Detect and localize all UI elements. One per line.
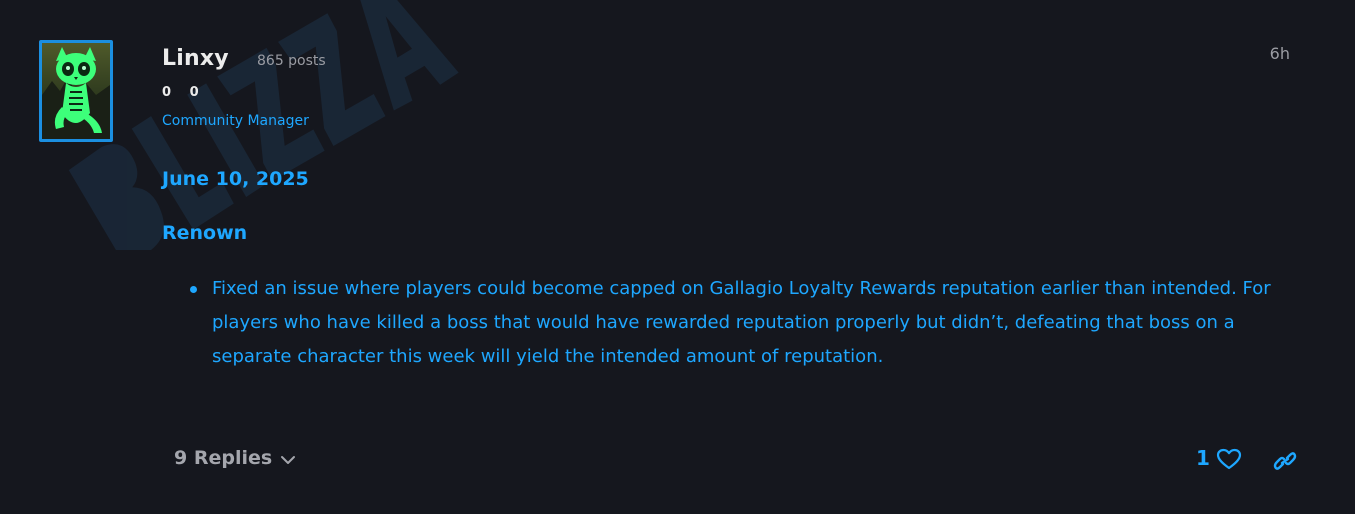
bullet-icon (190, 286, 197, 293)
like-count: 1 (1196, 446, 1210, 470)
avatar[interactable] (39, 40, 113, 142)
user-stats: 0 0 (162, 85, 213, 100)
post-date-heading: June 10, 2025 (162, 168, 309, 190)
avatar-image (42, 43, 110, 139)
user-stat-2: 0 (189, 85, 199, 100)
link-icon (1273, 452, 1297, 470)
post-timestamp[interactable]: 6h (1250, 44, 1290, 63)
replies-label: 9 Replies (174, 447, 273, 469)
like-button[interactable]: 1 (1196, 446, 1242, 470)
list-item: Fixed an issue where players could becom… (190, 272, 1297, 374)
forum-post: Linxy 865 posts 0 0 Community Manager 6h… (0, 0, 1355, 514)
post-count: 865 posts (257, 53, 326, 69)
share-link-button[interactable] (1273, 450, 1297, 476)
post-body: June 10, 2025 Renown Fixed an issue wher… (162, 166, 1302, 374)
replies-button[interactable]: 9 Replies (174, 447, 296, 469)
section-heading: Renown (162, 222, 248, 244)
user-role-label: Community Manager (162, 113, 309, 129)
username[interactable]: Linxy (162, 46, 229, 71)
user-stat-1: 0 (162, 85, 172, 100)
list-item-text: Fixed an issue where players could becom… (212, 278, 1271, 367)
heart-icon (1216, 448, 1242, 470)
bullet-list: Fixed an issue where players could becom… (162, 272, 1302, 374)
chevron-down-icon (281, 455, 296, 464)
